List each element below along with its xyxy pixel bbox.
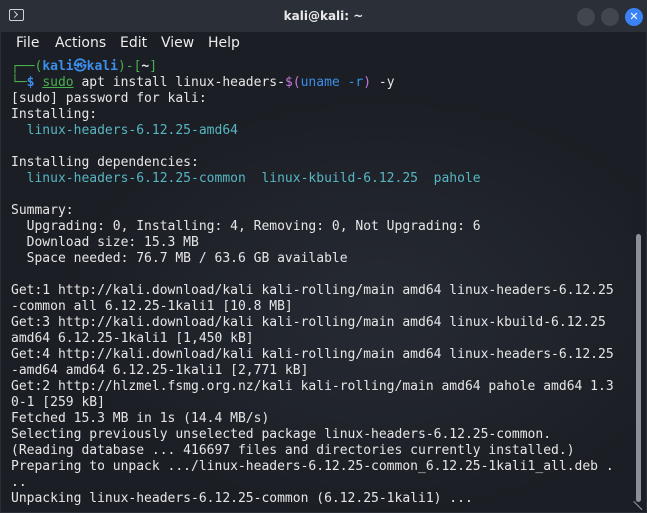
output-line: Installing dependencies: <box>11 155 199 170</box>
terminal-output[interactable]: ┌──(kali㉿kali)-[~] └─$ sudo apt install … <box>1 56 633 512</box>
output-line: -common all 6.12.25-1kali1 [10.8 MB] <box>11 299 293 314</box>
close-button[interactable]: ✕ <box>625 8 643 26</box>
resize-grip-icon[interactable] <box>634 501 644 511</box>
output-line: -amd64 amd64 6.12.25-1kali1 [2,771 kB] <box>11 363 309 378</box>
scrollbar[interactable] <box>633 56 646 512</box>
package-line: linux-headers-6.12.25-common linux-kbuil… <box>11 171 481 186</box>
output-line: Get:4 http://kali.download/kali kali-rol… <box>11 347 614 362</box>
output-line: Space needed: 76.7 MB / 63.6 GB availabl… <box>11 251 348 266</box>
output-line: [sudo] password for kali: <box>11 91 207 106</box>
command-sudo: sudo <box>42 75 74 90</box>
minimize-button[interactable] <box>577 8 595 26</box>
output-line: .. <box>11 475 27 490</box>
menu-actions[interactable]: Actions <box>55 35 106 51</box>
prompt-line-1: ┌──(kali㉿kali)-[~] <box>11 59 158 74</box>
output-line: Get:1 http://kali.download/kali kali-rol… <box>11 283 614 298</box>
package-line: linux-headers-6.12.25-amd64 <box>11 123 238 138</box>
prompt-user-host: kali㉿kali <box>42 59 118 74</box>
terminal-window: kali@kali: ~ ✕ File Actions Edit View He… <box>0 0 647 513</box>
window-title: kali@kali: ~ <box>283 9 364 23</box>
scrollbar-thumb[interactable] <box>636 234 641 502</box>
output-line: Download size: 15.3 MB <box>11 235 199 250</box>
output-line: Fetched 15.3 MB in 1s (14.4 MB/s) <box>11 411 270 426</box>
menu-file[interactable]: File <box>16 35 39 51</box>
output-line: Preparing to unpack .../linux-headers-6.… <box>11 459 614 474</box>
output-line: amd64 6.12.25-1kali1 [1,450 kB] <box>11 331 254 346</box>
close-icon: ✕ <box>629 10 639 23</box>
title-bar[interactable]: kali@kali: ~ ✕ <box>1 1 646 32</box>
output-line: 0-1 [259 kB] <box>11 395 105 410</box>
output-line: Installing: <box>11 107 98 122</box>
menu-edit[interactable]: Edit <box>120 35 147 51</box>
output-line: Selecting previously unselected package … <box>11 427 552 442</box>
output-line: Unpacking linux-headers-6.12.25-common (… <box>11 491 473 506</box>
output-line: Get:2 http://hlzmel.fsmg.org.nz/kali kal… <box>11 379 614 394</box>
output-line: (Reading database ... 416697 files and d… <box>11 443 575 458</box>
output-line: Get:3 http://kali.download/kali kali-rol… <box>11 315 606 330</box>
menu-bar: File Actions Edit View Help <box>1 32 646 56</box>
menu-view[interactable]: View <box>161 35 194 51</box>
prompt-line-2: └─$ sudo apt install linux-headers-$(una… <box>11 75 395 90</box>
output-line: Upgrading: 0, Installing: 4, Removing: 0… <box>11 219 481 234</box>
maximize-button[interactable] <box>601 8 619 26</box>
output-line: Summary: <box>11 203 74 218</box>
menu-help[interactable]: Help <box>208 35 240 51</box>
